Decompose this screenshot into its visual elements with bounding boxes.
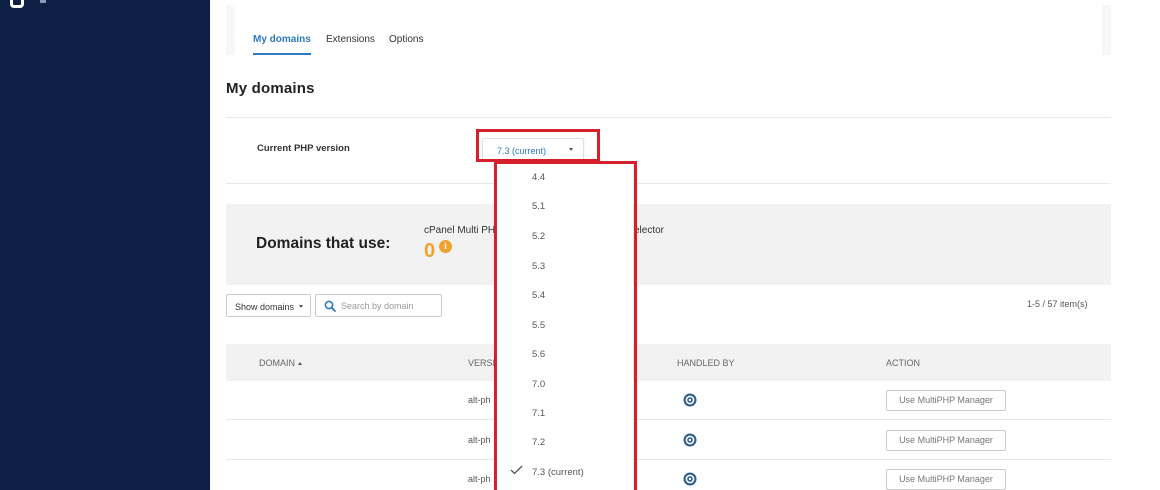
php-option-7-2[interactable]: 7.2 (497, 429, 633, 458)
page: My domains Extensions Options My domains… (0, 0, 1160, 490)
use-multiphp-manager-button[interactable]: Use MultiPHP Manager (886, 469, 1006, 490)
page-title: My domains (226, 80, 315, 97)
option-label: 5.1 (532, 201, 546, 212)
php-version-select[interactable]: 7.3 (current) (482, 138, 584, 161)
table-row: alt-ph Use MultiPHP Manager (226, 381, 1111, 420)
php-version-label: Current PHP version (257, 143, 350, 154)
info-icon[interactable]: i (439, 240, 452, 253)
app-logo-icon[interactable] (10, 0, 24, 8)
php-option-5-3[interactable]: 5.3 (497, 253, 633, 282)
sort-asc-icon (298, 362, 302, 365)
checkmark-icon (510, 465, 523, 475)
cpanel-icon (683, 393, 697, 407)
php-version-selected: 7.3 (current) (497, 146, 547, 156)
cpanel-icon (683, 433, 697, 447)
php-option-5-1[interactable]: 5.1 (497, 193, 633, 222)
column-handled-by: HANDLED BY (677, 358, 735, 368)
panel-subtitle-right: elector (634, 225, 665, 236)
option-label: 5.5 (532, 320, 546, 331)
php-option-5-4[interactable]: 5.4 (497, 282, 633, 311)
sidebar-fragment (40, 0, 46, 3)
table-header: DOMAIN VERSI HANDLED BY ACTION (226, 344, 1111, 381)
option-label: 5.2 (532, 231, 546, 242)
version-cell: alt-ph (468, 435, 491, 445)
option-label: 5.4 (532, 290, 546, 301)
divider (226, 183, 1111, 184)
version-cell: alt-ph (468, 474, 491, 484)
panel-title: Domains that use: (256, 235, 391, 252)
php-option-7-1[interactable]: 7.1 (497, 400, 633, 429)
version-cell: alt-ph (468, 395, 491, 405)
divider (226, 117, 1111, 118)
sidebar (0, 0, 210, 490)
search-icon (324, 300, 336, 312)
chevron-down-icon (569, 148, 573, 151)
option-label: 7.1 (532, 408, 546, 419)
domain-count: 0 (424, 240, 436, 262)
show-domains-button[interactable]: Show domains (226, 294, 311, 317)
php-option-5-6[interactable]: 5.6 (497, 341, 633, 370)
option-label: 7.0 (532, 379, 546, 390)
option-label: 4.4 (532, 172, 546, 183)
table-row: alt-ph Use MultiPHP Manager (226, 460, 1111, 490)
active-tab-indicator (253, 53, 311, 55)
table-row: alt-ph Use MultiPHP Manager (226, 421, 1111, 460)
php-option-7-3-current[interactable]: 7.3 (current) (497, 459, 633, 488)
tab-bar-inner: My domains Extensions Options (235, 5, 1102, 55)
column-version: VERSI (468, 358, 496, 368)
php-version-dropdown-menu: 4.4 5.1 5.2 5.3 5.4 5.5 5.6 7.0 7.1 7.2 … (497, 164, 633, 490)
php-option-4-4[interactable]: 4.4 (497, 164, 633, 193)
column-domain[interactable]: DOMAIN (259, 358, 302, 368)
php-option-5-2[interactable]: 5.2 (497, 223, 633, 252)
search-input[interactable] (341, 299, 437, 313)
use-multiphp-manager-button[interactable]: Use MultiPHP Manager (886, 390, 1006, 411)
tab-extensions[interactable]: Extensions (326, 34, 375, 45)
column-domain-label: DOMAIN (259, 358, 295, 368)
option-label: 5.6 (532, 349, 546, 360)
panel-subtitle-left: cPanel Multi PH (424, 225, 496, 236)
option-label: 7.3 (current) (532, 467, 584, 478)
column-action: ACTION (886, 358, 921, 368)
option-label: 5.3 (532, 261, 546, 272)
option-label: 7.2 (532, 437, 546, 448)
chevron-down-icon (299, 305, 303, 308)
cpanel-icon (683, 472, 697, 486)
tab-bar: My domains Extensions Options (226, 5, 1111, 55)
php-option-5-5[interactable]: 5.5 (497, 312, 633, 341)
use-multiphp-manager-button[interactable]: Use MultiPHP Manager (886, 430, 1006, 451)
show-domains-label: Show domains (235, 302, 295, 312)
pagination-info: 1-5 / 57 item(s) (1027, 299, 1088, 309)
search-box (315, 294, 442, 317)
domains-summary-panel: Domains that use: cPanel Multi PH electo… (226, 204, 1111, 285)
tab-my-domains[interactable]: My domains (253, 34, 311, 45)
php-option-7-0[interactable]: 7.0 (497, 371, 633, 400)
tab-options[interactable]: Options (389, 34, 423, 45)
